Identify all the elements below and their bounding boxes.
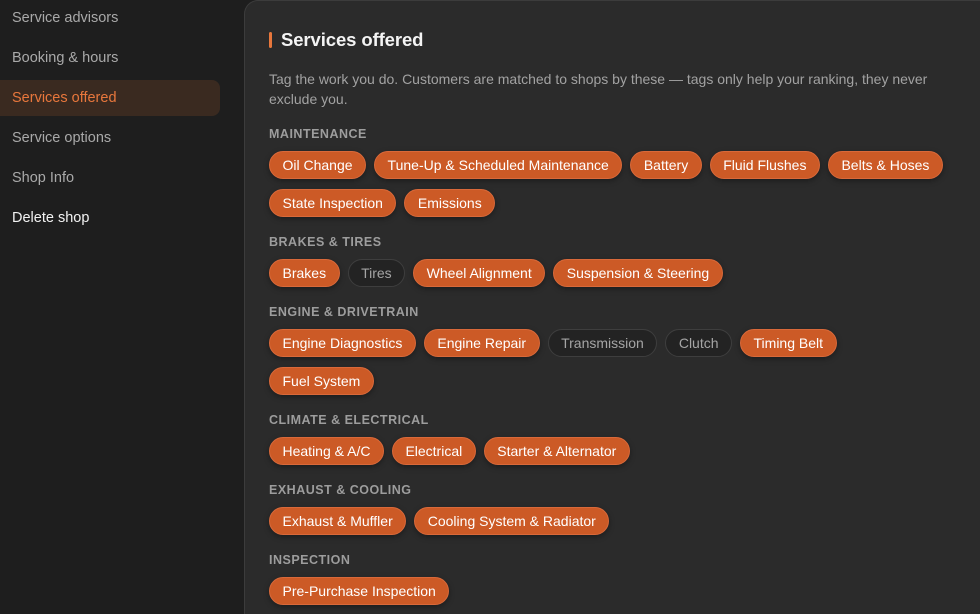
service-chip[interactable]: Cooling System & Radiator bbox=[414, 507, 610, 535]
chip-group-maintenance: Oil Change Tune-Up & Scheduled Maintenan… bbox=[269, 151, 959, 217]
sidebar-item-services-offered[interactable]: Services offered bbox=[0, 80, 220, 116]
group-label-brakes-tires: BRAKES & TIRES bbox=[269, 235, 382, 249]
chip-group-climate-electrical: Heating & A/C Electrical Starter & Alter… bbox=[269, 437, 959, 465]
service-chip[interactable]: Fuel System bbox=[269, 367, 374, 395]
app-window: Service advisors Booking & hours Service… bbox=[0, 0, 980, 614]
services-panel: Services offered Tag the work you do. Cu… bbox=[244, 0, 980, 614]
chip-group-engine-drivetrain: Engine Diagnostics Engine Repair Transmi… bbox=[269, 329, 959, 395]
service-chip[interactable]: Emissions bbox=[404, 189, 496, 217]
service-chip[interactable]: Timing Belt bbox=[740, 329, 837, 357]
settings-sidebar: Service advisors Booking & hours Service… bbox=[0, 0, 232, 614]
sidebar-item-shop-info[interactable]: Shop Info bbox=[0, 160, 220, 196]
service-chip[interactable]: Tires bbox=[347, 259, 406, 287]
service-chip[interactable]: Starter & Alternator bbox=[483, 437, 630, 465]
service-chip[interactable]: Brakes bbox=[269, 259, 340, 287]
service-chip[interactable]: State Inspection bbox=[269, 189, 397, 217]
panel-description: Tag the work you do. Customers are match… bbox=[269, 71, 928, 107]
chip-group-brakes-tires: Brakes Tires Wheel Alignment Suspension … bbox=[269, 259, 959, 287]
title-accent-bar bbox=[269, 32, 272, 48]
group-label-exhaust-cooling: EXHAUST & COOLING bbox=[269, 483, 412, 497]
sidebar-item-delete-shop[interactable]: Delete shop bbox=[0, 200, 220, 236]
service-chip[interactable]: Battery bbox=[630, 151, 702, 179]
service-chip[interactable]: Pre-Purchase Inspection bbox=[269, 577, 450, 605]
service-chip[interactable]: Fluid Flushes bbox=[709, 151, 820, 179]
service-chip[interactable]: Transmission bbox=[547, 329, 658, 357]
service-chip[interactable]: Clutch bbox=[665, 329, 733, 357]
group-label-inspection: INSPECTION bbox=[269, 553, 351, 567]
service-chip[interactable]: Tune-Up & Scheduled Maintenance bbox=[374, 151, 623, 179]
page-title: Services offered bbox=[281, 29, 424, 50]
panel-header: Services offered bbox=[269, 27, 423, 53]
chip-group-inspection: Pre-Purchase Inspection bbox=[269, 577, 959, 605]
sidebar-item-booking-hours[interactable]: Booking & hours bbox=[0, 40, 220, 76]
group-label-climate-electrical: CLIMATE & ELECTRICAL bbox=[269, 413, 429, 427]
sidebar-item-service-options[interactable]: Service options bbox=[0, 120, 220, 156]
service-chip[interactable]: Exhaust & Muffler bbox=[269, 507, 407, 535]
sidebar-item-service-advisors[interactable]: Service advisors bbox=[0, 0, 220, 36]
service-chip[interactable]: Engine Repair bbox=[423, 329, 540, 357]
group-label-maintenance: MAINTENANCE bbox=[269, 127, 367, 141]
service-chip[interactable]: Oil Change bbox=[269, 151, 367, 179]
service-chip[interactable]: Engine Diagnostics bbox=[269, 329, 416, 357]
service-chip[interactable]: Belts & Hoses bbox=[827, 151, 943, 179]
group-label-engine-drivetrain: ENGINE & DRIVETRAIN bbox=[269, 305, 419, 319]
service-chip[interactable]: Wheel Alignment bbox=[413, 259, 546, 287]
service-chip[interactable]: Electrical bbox=[391, 437, 476, 465]
service-chip[interactable]: Suspension & Steering bbox=[553, 259, 723, 287]
chip-group-exhaust-cooling: Exhaust & Muffler Cooling System & Radia… bbox=[269, 507, 959, 535]
service-chip[interactable]: Heating & A/C bbox=[269, 437, 384, 465]
